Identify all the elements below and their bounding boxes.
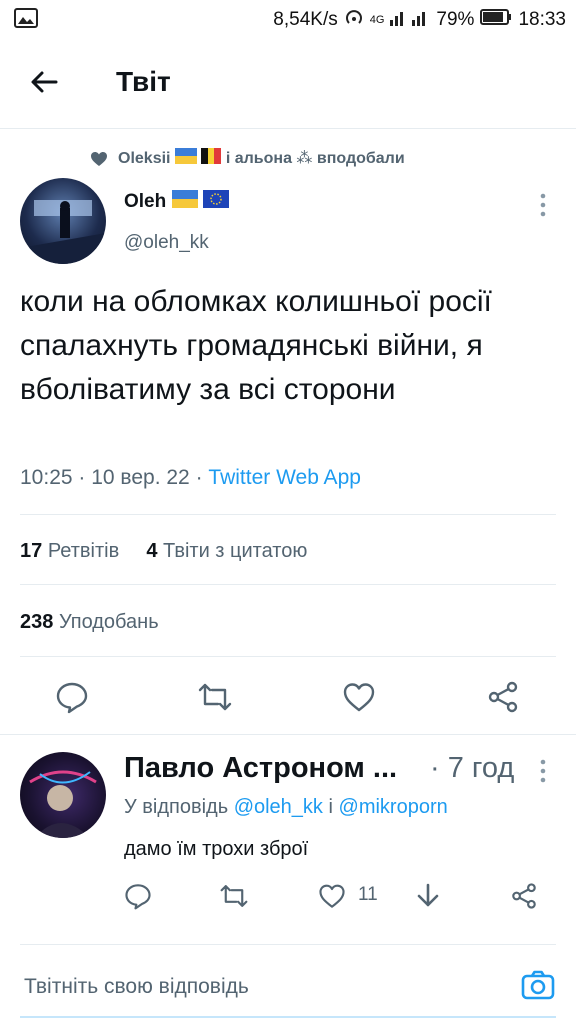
retweets-stat[interactable]: 17 Ретвітів	[20, 540, 119, 562]
status-bar: 8,54K/s 4G 79% 18:33	[0, 0, 576, 38]
retweets-count: 17	[20, 540, 43, 562]
belgium-flag-icon	[201, 148, 222, 169]
network-speed: 8,54K/s	[273, 9, 338, 30]
reply-likes-count: 11	[358, 884, 378, 905]
ukraine-flag-icon	[171, 190, 198, 214]
retweet-button[interactable]	[198, 680, 232, 714]
reply-button[interactable]	[55, 680, 89, 714]
eu-flag-icon	[202, 190, 229, 214]
quotes-label: Твіти з цитатою	[163, 540, 308, 562]
add-photo-button[interactable]	[520, 967, 556, 1003]
quotes-stat[interactable]: 4 Твіти з цитатою	[146, 540, 307, 562]
battery-percent: 79%	[436, 9, 475, 30]
network-type: 4G	[369, 14, 385, 26]
more-vertical-icon	[540, 193, 546, 217]
reply-more-options-button[interactable]	[536, 758, 550, 784]
reply-retweet-button[interactable]	[220, 882, 248, 910]
likes-count: 238	[20, 611, 54, 633]
mention-link[interactable]: @mikroporn	[339, 796, 448, 818]
reply-timestamp: · 7 год	[430, 752, 515, 784]
author-name-text: Oleh	[124, 191, 167, 213]
tweet-date: 10 вер. 22	[91, 466, 190, 489]
wheat-icon: ⁂	[296, 150, 313, 167]
reply-author-name[interactable]: Павло Астроном ...	[124, 752, 397, 785]
share-icon	[512, 883, 536, 909]
liked-by-suffix: вподобали	[316, 150, 405, 167]
arrow-left-icon	[31, 71, 58, 93]
heart-outline-icon	[319, 884, 345, 908]
replying-to: У відповідь @oleh_kk і @mikroporn	[124, 796, 448, 819]
author-name[interactable]: Oleh	[124, 190, 229, 214]
section-divider	[0, 734, 576, 735]
reply-input[interactable]	[20, 967, 498, 1007]
liked-by-context[interactable]: Oleksii і альона ⁂ вподобали	[90, 148, 405, 169]
page-title: Твіт	[116, 66, 171, 97]
reply-text: дамо їм трохи зброї	[124, 838, 309, 860]
reply-composer	[20, 944, 556, 1019]
reply-prefix: У відповідь	[124, 796, 229, 818]
reply-and: і	[328, 796, 333, 818]
retweet-stats: 17 Ретвітів 4 Твіти з цитатою	[20, 540, 307, 563]
heart-icon	[91, 151, 107, 166]
comment-icon	[56, 682, 88, 714]
divider	[20, 656, 556, 657]
divider	[20, 584, 556, 585]
ukraine-flag-icon	[174, 148, 197, 169]
top-app-bar: Твіт	[0, 38, 576, 129]
reply-reply-button[interactable]	[124, 882, 152, 910]
retweet-icon	[198, 683, 232, 711]
share-icon	[488, 681, 518, 713]
mention-link[interactable]: @oleh_kk	[234, 796, 323, 818]
avatar-image	[20, 200, 106, 264]
comment-icon	[125, 884, 151, 910]
image-notification-icon	[14, 8, 38, 34]
tweet-text: коли на обломках колишньої росії спалахн…	[20, 285, 492, 406]
clock: 18:33	[518, 9, 566, 30]
back-button[interactable]	[26, 64, 62, 100]
more-vertical-icon	[540, 759, 546, 783]
camera-icon	[521, 970, 555, 1000]
author-handle[interactable]: @oleh_kk	[124, 232, 209, 254]
avatar-image	[29, 770, 97, 838]
reply-share-button[interactable]	[510, 882, 538, 910]
tweet-time: 10:25	[20, 466, 73, 489]
reply-author-avatar[interactable]	[20, 752, 106, 838]
status-indicators: 8,54K/s 4G 79% 18:33	[273, 7, 566, 33]
likes-stat[interactable]: 238 Уподобань	[20, 611, 159, 634]
like-button[interactable]	[342, 680, 376, 714]
battery-icon	[480, 9, 512, 31]
liked-by-name: Oleksii	[118, 150, 171, 167]
arrow-down-icon	[417, 883, 439, 907]
author-avatar[interactable]	[20, 178, 106, 264]
retweet-icon	[220, 885, 248, 907]
quotes-count: 4	[146, 540, 158, 562]
reply-like-button[interactable]	[318, 882, 346, 910]
likes-label: Уподобань	[58, 611, 159, 633]
reply-downvote-button[interactable]	[414, 882, 442, 910]
heart-outline-icon	[343, 683, 375, 712]
share-button[interactable]	[486, 680, 520, 714]
tweet-metadata: 10:25 · 10 вер. 22 · Twitter Web App	[20, 466, 361, 489]
divider	[20, 514, 556, 515]
retweets-label: Ретвітів	[47, 540, 120, 562]
tweet-source-link[interactable]: Twitter Web App	[208, 466, 361, 489]
hotspot-icon	[344, 7, 364, 33]
more-options-button[interactable]	[536, 192, 550, 218]
liked-by-rest: і альона	[225, 150, 292, 167]
signal-icon	[390, 8, 430, 32]
composer-underline	[20, 1016, 556, 1018]
